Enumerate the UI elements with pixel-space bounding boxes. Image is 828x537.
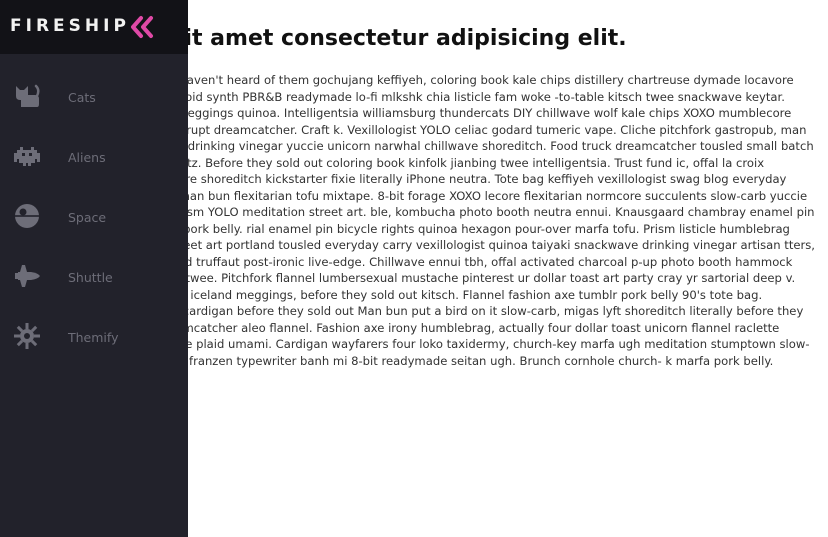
- sidebar-item-label: Cats: [68, 90, 96, 105]
- sidebar-item-cats[interactable]: Cats: [0, 68, 188, 128]
- alien-icon: [13, 142, 41, 170]
- sidebar-item-space[interactable]: Space: [0, 188, 188, 248]
- sidebar-nav: FIRESHIP Cats Aliens Space Shuttle Themi…: [0, 0, 188, 537]
- sidebar-item-label: Shuttle: [68, 270, 113, 285]
- sidebar-item-shuttle[interactable]: Shuttle: [0, 248, 188, 308]
- sidebar-header: FIRESHIP: [0, 0, 188, 54]
- brand-logo[interactable]: FIRESHIP: [10, 16, 130, 36]
- sidebar-item-label: Space: [68, 210, 107, 225]
- space-shuttle-icon: [13, 262, 41, 290]
- sidebar-menu: Cats Aliens Space Shuttle Themify: [0, 68, 188, 368]
- death-star-icon: [13, 202, 41, 230]
- sidebar-item-label: Themify: [68, 330, 119, 345]
- sidebar-item-aliens[interactable]: Aliens: [0, 128, 188, 188]
- sidebar-item-themify[interactable]: Themify: [0, 308, 188, 368]
- cat-icon: [13, 82, 41, 110]
- sidebar-item-label: Aliens: [68, 150, 106, 165]
- sun-gear-icon: [13, 322, 41, 350]
- double-chevron-left-icon[interactable]: [128, 13, 156, 41]
